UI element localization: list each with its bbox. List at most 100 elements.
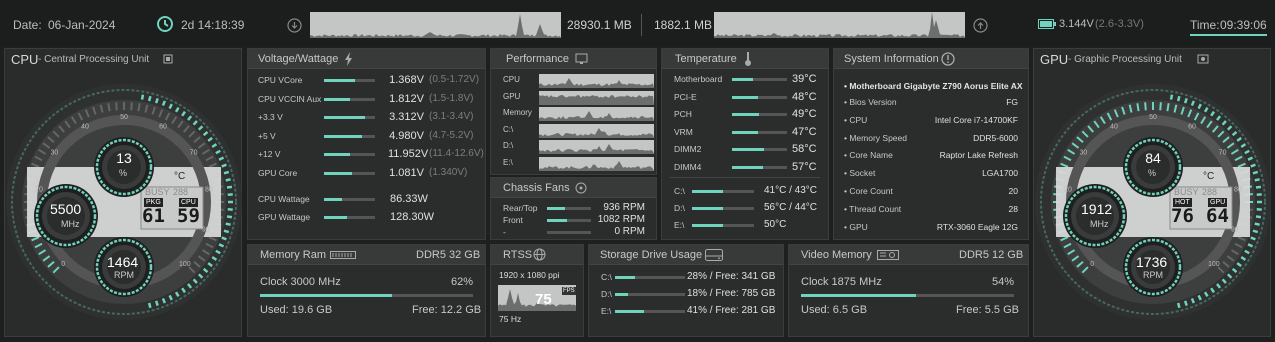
voltage-row-bar-fill: [324, 171, 353, 175]
memory-free: Free: 12.2 GB: [412, 304, 482, 316]
rtss-resolution: 1920 x 1080 ppi: [499, 270, 560, 280]
wattage-row-value: 86.33W: [390, 193, 428, 205]
time-label: Time:: [1190, 19, 1220, 36]
drive-icon: [705, 249, 723, 261]
chip-icon: [163, 54, 173, 64]
voltage-panel: Voltage/Wattage CPU VCore 1.368V (0.5-1.72…: [247, 48, 486, 240]
dial-tick-label: 70: [190, 149, 198, 156]
battery-icon: [1038, 19, 1056, 29]
dial-tick-label: 20: [35, 187, 43, 194]
divider: [641, 14, 642, 36]
temperature-row-bar-fill: [732, 148, 764, 152]
upload-arrow-icon[interactable]: [973, 18, 988, 33]
wattage-row-label: GPU Wattage: [258, 212, 311, 222]
voltage-row-range: (0.5-1.72V): [429, 74, 480, 85]
fan-row-value: 1082 RPM: [597, 214, 645, 225]
temperature-row-bar: [732, 78, 787, 81]
fan-row-bar: [547, 207, 591, 210]
dial-tick-label: 90: [1231, 227, 1239, 234]
voltage-row-label: CPU VCore: [258, 75, 303, 85]
cpu-subtitle: - Central Processing Unit: [38, 54, 150, 65]
temp-divider: [670, 177, 820, 178]
performance-title: Performance: [506, 53, 569, 65]
lightning-icon: [345, 52, 352, 66]
temperature-row-label: VRM: [674, 126, 693, 137]
performance-row-graph: [539, 90, 654, 105]
rtss-title: RTSS: [503, 249, 533, 261]
temperature-row-label: DIMM4: [674, 162, 702, 172]
globe-icon: [533, 248, 546, 261]
memory-title: Memory Ram: [260, 249, 327, 261]
drive-temperature-bar: [692, 207, 754, 210]
drive-temperature-bar-fill: [692, 207, 723, 210]
dial-tick-label: 20: [1064, 187, 1072, 194]
cpu-panel: CPU - Central Processing Unit 0102030405…: [4, 48, 242, 337]
storage-row-bar: [615, 310, 685, 313]
motherboard-value: • Motherboard Gigabyte Z790 Aorus Elite …: [844, 81, 1023, 91]
storage-row-bar: [615, 276, 685, 279]
fans-title: Chassis Fans: [503, 182, 570, 194]
rtss-fps-value: 75: [535, 291, 552, 308]
voltage-row-bar: [324, 116, 375, 119]
gpu-core-temp: 64: [1206, 205, 1229, 227]
system-info-panel: System Information • Motherboard Gigabyt…: [833, 48, 1029, 240]
cpu-load-unit: %: [119, 168, 128, 178]
fan-row-label: -: [503, 227, 506, 237]
dial-tick-label: 70: [1219, 149, 1227, 156]
top-bar: Date: 06-Jan-2024 2d 14:18:39 28930.1 MB…: [0, 0, 1275, 46]
voltage-row-range: (1.5-1.8V): [429, 92, 474, 104]
temperature-row-bar-fill: [732, 113, 759, 117]
system-info-label: • Thread Count: [844, 203, 902, 214]
system-info-value: 28: [1008, 203, 1018, 214]
temperature-row-bar: [732, 166, 787, 169]
system-info-label: • Core Count: [844, 186, 893, 196]
drive-temperature-bar-fill: [692, 190, 723, 193]
rtss-panel: RTSS 1920 x 1080 ppi FPS 75 75 Hz: [490, 244, 584, 337]
performance-row-graph: [539, 74, 654, 88]
system-info-value: 20: [1008, 186, 1018, 196]
voltage-range: (2.6-3.3V): [1095, 18, 1144, 30]
memory-bar: [260, 294, 473, 297]
gpu-hot-temp: 76: [1171, 205, 1194, 227]
storage-row-bar: [615, 293, 685, 296]
gpu-busy-label: BUSY: [1174, 187, 1199, 197]
video-memory-clock: Clock 1875 MHz: [801, 276, 882, 288]
system-info-label: • Bios Version: [844, 97, 897, 107]
video-memory-used: Used: 6.5 GB: [801, 304, 868, 316]
performance-header: Performance: [491, 49, 656, 69]
voltage-row-range: (1.340V): [429, 166, 468, 178]
dial-tick-label: 60: [159, 123, 167, 130]
dial-tick-label: 30: [1080, 149, 1088, 156]
system-info-value: FG: [1006, 97, 1018, 107]
voltage-row-value: 1.812V: [389, 92, 424, 105]
wattage-row-label: CPU Wattage: [258, 194, 310, 204]
temperature-row-bar: [732, 113, 787, 117]
voltage-row-bar: [324, 79, 375, 82]
wattage-row-bar: [324, 216, 375, 219]
wattage-row-bar-fill: [324, 216, 347, 219]
dial-tick-label: 40: [1110, 123, 1118, 130]
drive-temperature-label: D:\: [674, 203, 685, 213]
system-info-label: • GPU: [844, 221, 868, 232]
dial-tick-label: 40: [81, 123, 89, 130]
fan-row-value: 0 RPM: [614, 226, 645, 237]
temperature-row-label: PCH: [674, 109, 692, 120]
temperature-row-label: DIMM2: [674, 144, 702, 155]
download-arrow-icon[interactable]: [287, 18, 302, 33]
cpu-rpm-value: 1464: [107, 254, 139, 270]
video-memory-title: Video Memory: [801, 249, 872, 261]
temperature-header: Temperature: [662, 49, 828, 69]
drive-temperature-value: 50°C: [764, 219, 787, 230]
gpu-busy-value: 288: [1202, 187, 1218, 197]
storage-row-bar-fill: [615, 293, 628, 296]
fan-row-value: 936 RPM: [603, 202, 645, 213]
voltage-row-bar-fill: [324, 97, 350, 101]
fans-header: Chassis Fans: [491, 178, 656, 198]
temperature-row-value: 47°C: [792, 125, 817, 138]
system-info-value: Raptor Lake Refresh: [939, 150, 1018, 161]
fan-row-label: Front: [503, 215, 523, 225]
storage-row-label: E:\: [601, 306, 612, 316]
temperature-row-value: 57°C: [792, 161, 817, 173]
fan-row-bar-fill: [547, 219, 567, 222]
dial-tick-label: 0: [61, 261, 65, 268]
